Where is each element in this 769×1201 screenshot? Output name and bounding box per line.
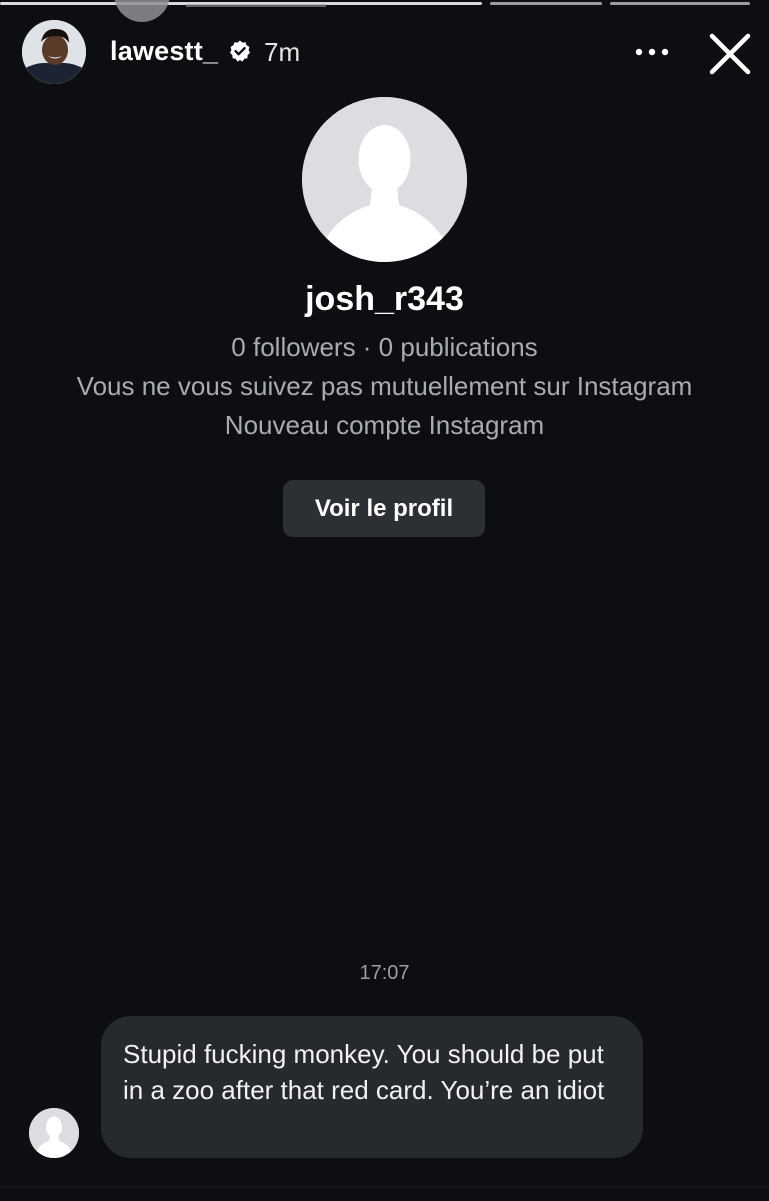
profile-username: josh_r343	[305, 280, 464, 318]
progress-segment	[490, 2, 602, 5]
more-dots-icon[interactable]	[632, 38, 672, 66]
new-account-note: Nouveau compte Instagram	[224, 410, 545, 440]
profile-stats: 0 followers · 0 publications	[231, 332, 538, 362]
reply-bar-edge	[0, 1186, 769, 1201]
sender-avatar[interactable]	[29, 1108, 79, 1158]
message-bubble[interactable]: Stupid fucking monkey. You should be put…	[101, 1016, 643, 1158]
message-timestamp: 17:07	[359, 962, 410, 984]
story-username[interactable]: lawestt_	[110, 36, 218, 67]
story-avatar[interactable]	[22, 20, 86, 84]
verified-badge-icon	[230, 40, 250, 62]
avatar-photo-icon	[22, 20, 86, 84]
progress-segment	[610, 2, 750, 5]
profile-avatar[interactable]	[302, 97, 467, 262]
default-avatar-icon	[302, 97, 467, 262]
mutual-follow-note: Vous ne vous suivez pas mutuellement sur…	[76, 371, 693, 401]
view-profile-button[interactable]: Voir le profil	[283, 480, 485, 537]
default-avatar-icon	[29, 1108, 79, 1158]
story-header: lawestt_ 7m	[0, 14, 769, 92]
close-icon[interactable]	[706, 30, 754, 78]
previous-story-label	[186, 0, 326, 7]
story-time-ago: 7m	[264, 37, 301, 67]
